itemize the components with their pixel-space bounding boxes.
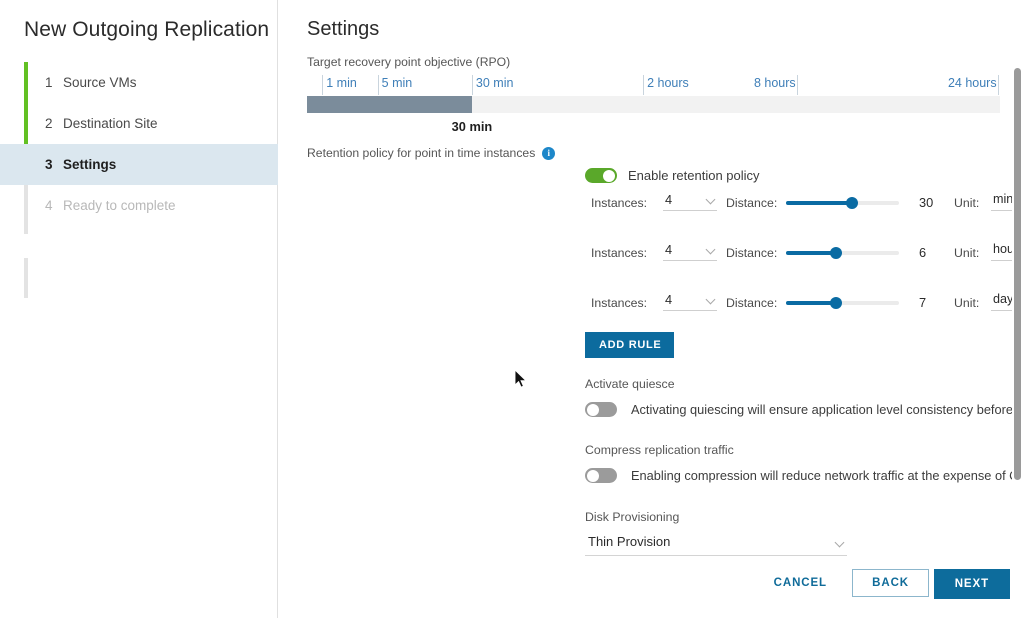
mouse-cursor [515, 370, 529, 390]
add-rule-button[interactable]: ADD RULE [585, 332, 674, 358]
compress-toggle[interactable] [585, 468, 617, 483]
disk-provisioning-section: Disk Provisioning Thin Provision [585, 510, 855, 556]
slider-thumb[interactable] [846, 197, 858, 209]
rpo-value-text: 30 min [452, 119, 493, 134]
unit-label: Unit: [954, 246, 979, 260]
sidebar-step-destination-site[interactable]: 2 Destination Site [0, 103, 278, 144]
instances-value: 4 [665, 192, 672, 207]
instances-select[interactable]: 4 [663, 242, 717, 261]
instances-value: 4 [665, 242, 672, 257]
disk-provisioning-label: Disk Provisioning [585, 510, 855, 524]
quiesce-row[interactable]: Activating quiescing will ensure applica… [585, 402, 1024, 417]
retention-rule-row: Instances: 4 Distance: 6 Unit: hours Ret… [591, 240, 1024, 290]
enable-retention-label: Enable retention policy [628, 168, 760, 183]
distance-slider[interactable] [786, 301, 899, 305]
instances-select[interactable]: 4 [663, 192, 717, 211]
slider-fill [786, 201, 852, 205]
step-label: Destination Site [63, 116, 158, 131]
rpo-current-value: 30 min [307, 119, 1000, 135]
wizard-footer: CANCEL BACK NEXT [278, 560, 1024, 618]
rpo-slider-track[interactable] [307, 96, 1000, 113]
chevron-down-icon [835, 538, 845, 548]
page-title: Settings [307, 18, 379, 41]
distance-value: 30 [919, 195, 933, 210]
next-button[interactable]: NEXT [934, 569, 1010, 599]
scrollbar-track[interactable] [1012, 0, 1024, 618]
toggle-knob [603, 170, 615, 182]
distance-slider[interactable] [786, 251, 899, 255]
replication-wizard-window: New Outgoing Replication 1 Source VMs 2 … [0, 0, 1024, 618]
step-number: 3 [45, 157, 63, 172]
tick-line [998, 75, 999, 95]
info-icon[interactable]: i [542, 147, 555, 160]
step-number: 1 [45, 75, 63, 90]
distance-value: 6 [919, 245, 926, 260]
compress-row[interactable]: Enabling compression will reduce network… [585, 468, 1024, 483]
rpo-label: Target recovery point objective (RPO) [307, 55, 1000, 69]
settings-pane: Settings Target recovery point objective… [278, 0, 1024, 618]
instances-label: Instances: [591, 246, 647, 260]
rpo-tick-24-hours: 24 hours [307, 75, 999, 95]
step-label: Settings [63, 157, 116, 172]
retention-heading: Retention policy for point in time insta… [307, 146, 535, 160]
sidebar-step-settings[interactable]: 3 Settings [0, 144, 278, 185]
instances-value: 4 [665, 292, 672, 307]
rpo-section: Target recovery point objective (RPO) 1 … [307, 55, 1000, 135]
step-number: 2 [45, 116, 63, 131]
sidebar-step-source-vms[interactable]: 1 Source VMs [0, 62, 278, 103]
slider-fill [786, 301, 836, 305]
slider-thumb[interactable] [830, 297, 842, 309]
unit-label: Unit: [954, 196, 979, 210]
retention-heading-row: Retention policy for point in time insta… [307, 146, 555, 160]
tick-label: 24 hours [948, 76, 997, 90]
distance-label: Distance: [726, 196, 777, 210]
distance-slider[interactable] [786, 201, 899, 205]
retention-rules-list: Instances: 4 Distance: 30 Unit: minutes … [591, 190, 1024, 340]
instances-label: Instances: [591, 196, 647, 210]
compress-heading: Compress replication traffic [585, 443, 1024, 457]
quiesce-heading: Activate quiesce [585, 377, 1024, 391]
instances-label: Instances: [591, 296, 647, 310]
enable-retention-toggle[interactable] [585, 168, 617, 183]
slider-thumb[interactable] [830, 247, 842, 259]
distance-label: Distance: [726, 296, 777, 310]
disk-provisioning-select[interactable]: Thin Provision [585, 534, 847, 556]
step-label: Source VMs [63, 75, 137, 90]
quiesce-toggle[interactable] [585, 402, 617, 417]
instances-select[interactable]: 4 [663, 292, 717, 311]
chevron-down-icon [706, 245, 716, 255]
cancel-button[interactable]: CANCEL [770, 569, 831, 597]
toggle-knob [587, 404, 599, 416]
step-number: 4 [45, 198, 63, 213]
chevron-down-icon [706, 195, 716, 205]
retention-rule-row: Instances: 4 Distance: 30 Unit: minutes … [591, 190, 1024, 240]
distance-label: Distance: [726, 246, 777, 260]
activate-quiesce-section: Activate quiesce Activating quiescing wi… [585, 377, 1024, 417]
back-button[interactable]: BACK [852, 569, 929, 597]
distance-value: 7 [919, 295, 926, 310]
wizard-sidebar: New Outgoing Replication 1 Source VMs 2 … [0, 0, 278, 618]
rpo-slider-fill [307, 96, 472, 113]
disk-provisioning-value: Thin Provision [588, 534, 670, 549]
scrollbar-thumb[interactable] [1014, 68, 1021, 480]
sidebar-step-ready-to-complete: 4 Ready to complete [0, 185, 278, 226]
step-label: Ready to complete [63, 198, 176, 213]
slider-fill [786, 251, 836, 255]
toggle-knob [587, 470, 599, 482]
compress-traffic-section: Compress replication traffic Enabling co… [585, 443, 1024, 483]
chevron-down-icon [706, 295, 716, 305]
enable-retention-row[interactable]: Enable retention policy [585, 168, 760, 183]
rpo-tick-labels: 1 min 5 min 30 min 2 hours 8 hours [307, 75, 1000, 95]
compress-description: Enabling compression will reduce network… [631, 468, 1024, 483]
wizard-step-list: 1 Source VMs 2 Destination Site 3 Settin… [0, 62, 278, 226]
progress-rail-remaining [24, 258, 28, 298]
unit-label: Unit: [954, 296, 979, 310]
quiesce-description: Activating quiescing will ensure applica… [631, 402, 1024, 417]
wizard-title: New Outgoing Replication [24, 18, 269, 42]
